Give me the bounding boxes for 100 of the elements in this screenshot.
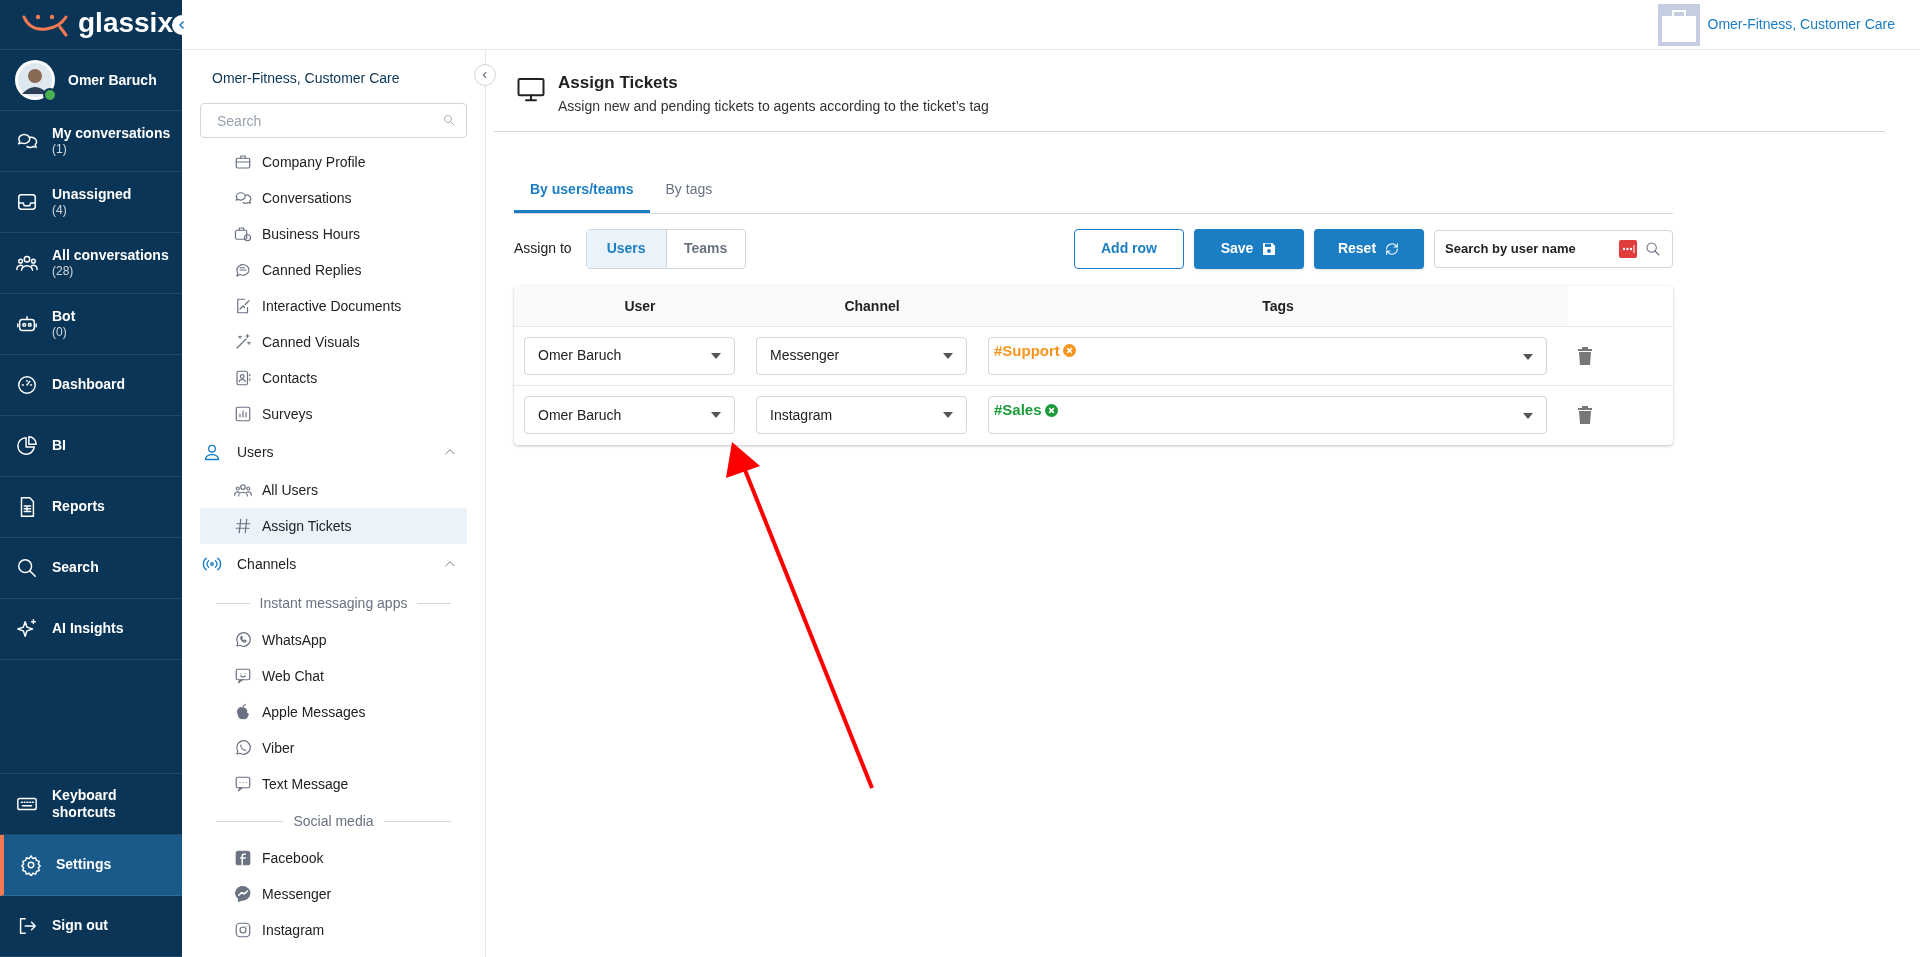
column-header: Channel	[844, 297, 900, 314]
square-f-icon	[234, 849, 252, 867]
settings-nav-item[interactable]: Facebook	[200, 840, 467, 876]
search-field[interactable]: Search	[200, 103, 467, 138]
settings-nav-item[interactable]: Text Message	[200, 766, 467, 802]
nav-label: BI	[52, 437, 66, 455]
apple-icon	[234, 703, 252, 721]
user-icon	[202, 442, 222, 462]
search-icon	[443, 114, 455, 126]
settings-nav-item[interactable]: Canned Replies	[200, 252, 467, 288]
nav-item[interactable]: Search	[0, 538, 182, 599]
settings-nav-item[interactable]: Interactive Documents	[200, 288, 467, 324]
settings-nav-item[interactable]: Viber	[200, 730, 467, 766]
briefcase-icon	[1657, 3, 1700, 46]
settings-nav-item[interactable]: Web Chat	[200, 658, 467, 694]
settings-icon	[20, 854, 42, 876]
dropdown[interactable]: Instagram	[756, 396, 967, 434]
magic-wand-icon	[234, 333, 252, 351]
account-name: Omer-Fitness, Customer Care	[211, 69, 401, 88]
smiley-bubble-icon	[234, 667, 252, 685]
settings-nav-item[interactable]: Assign Tickets	[200, 508, 467, 544]
nav-label: Sign out	[52, 917, 109, 935]
segment-option[interactable]: Teams	[665, 229, 745, 268]
hash-icon	[234, 517, 252, 535]
column-header: User	[624, 297, 656, 314]
nav-item[interactable]: Reports	[0, 477, 182, 538]
settings-nav-item[interactable]: Canned Visuals	[200, 324, 467, 360]
nav-label: All conversations	[52, 246, 169, 265]
section-heading: Instant messaging apps	[259, 593, 408, 613]
settings-nav-item[interactable]: WhatsApp	[200, 622, 467, 658]
nav-item[interactable]: Bot (0)	[0, 294, 182, 355]
nav-item[interactable]: AI Insights	[0, 599, 182, 660]
tag: #Support	[994, 339, 1076, 362]
dropdown-caret-icon	[1523, 353, 1533, 360]
nav-label: Keyboard shortcuts	[52, 786, 118, 822]
remove-icon[interactable]	[1044, 403, 1058, 417]
nav-item[interactable]: Settings	[0, 835, 182, 896]
settings-nav-item[interactable]: Business Hours	[200, 216, 467, 252]
settings-nav-item[interactable]: Apple Messages	[200, 694, 467, 730]
assign-to-label: Assign to	[514, 239, 572, 258]
nav-label: Bot	[52, 307, 76, 326]
nav-count: (4)	[52, 203, 68, 219]
settings-nav-item[interactable]: All Users	[200, 472, 467, 508]
trash-icon[interactable]	[1578, 406, 1592, 424]
briefcase-icon	[234, 153, 252, 171]
settings-nav-item[interactable]: Company Profile	[200, 144, 467, 180]
section-heading: Social media	[293, 811, 374, 831]
settings-nav-item[interactable]: Conversations	[200, 180, 467, 216]
remove-icon[interactable]	[1062, 344, 1076, 358]
password-manager-icon	[1619, 239, 1637, 258]
contact-card-icon	[234, 369, 252, 387]
nav-item[interactable]: Sign out	[0, 896, 182, 957]
nav-item[interactable]: BI	[0, 416, 182, 477]
action-button[interactable]: Save	[1194, 228, 1304, 269]
settings-nav-item[interactable]: Surveys	[200, 396, 467, 432]
chat-dots-icon	[234, 775, 252, 793]
nav-label: Dashboard	[52, 376, 126, 394]
tab[interactable]: By tags	[649, 168, 729, 213]
camera-icon	[234, 921, 252, 939]
nav-item[interactable]: Dashboard	[0, 355, 182, 416]
gauge-icon	[16, 374, 38, 396]
settings-nav-item[interactable]: Contacts	[200, 360, 467, 396]
settings-nav-group[interactable]: Channels	[200, 544, 467, 584]
nav-count: (0)	[52, 325, 68, 341]
dropdown[interactable]: Omer Baruch	[524, 396, 735, 434]
action-button[interactable]: Add row	[1074, 228, 1184, 269]
dropdown-caret-icon	[711, 412, 721, 418]
nav-label: Reports	[52, 498, 105, 516]
briefcase-clock-icon	[234, 225, 252, 243]
brand-name: glassix	[78, 8, 173, 37]
search-field[interactable]: Search by user name	[1434, 229, 1673, 268]
search-icon	[1645, 240, 1661, 257]
settings-nav-group[interactable]: Users	[200, 432, 467, 472]
dropdown[interactable]: Messenger	[756, 336, 967, 375]
column-header: Tags	[1262, 297, 1294, 314]
dropdown[interactable]: Omer Baruch	[524, 336, 735, 375]
segment-option[interactable]: Users	[586, 229, 666, 268]
action-button[interactable]: Reset	[1314, 228, 1424, 269]
settings-nav-item[interactable]: Instagram	[200, 912, 467, 948]
phone-bubble-icon	[234, 739, 252, 757]
nav-count: (1)	[52, 142, 68, 158]
dropdown-caret-icon	[943, 412, 953, 418]
users-icon	[234, 481, 252, 499]
nav-item[interactable]: My conversations (1)	[0, 111, 182, 172]
nav-item[interactable]: Unassigned (4)	[0, 172, 182, 233]
tab[interactable]: By users/teams	[514, 168, 650, 213]
nav-label: Search	[52, 559, 99, 577]
dropdown-caret-icon	[1523, 413, 1533, 419]
page-subtitle: Assign new and pending tickets to agents according to the ticket’s tag	[558, 96, 989, 116]
bar-chart-icon	[234, 405, 252, 423]
trash-icon[interactable]	[1578, 346, 1592, 365]
account-link[interactable]: Omer-Fitness, Customer Care	[1707, 14, 1895, 35]
search-icon	[16, 557, 38, 579]
settings-nav-item[interactable]: Messenger	[200, 876, 467, 912]
dropdown-caret-icon	[711, 352, 721, 359]
nav-item[interactable]: All conversations (28)	[0, 233, 182, 294]
nav-label: My conversations	[52, 124, 171, 143]
pie-chart-icon	[16, 435, 38, 457]
tags-field[interactable]: #Sales	[988, 396, 1547, 434]
lightning-bubble-icon	[234, 885, 252, 903]
